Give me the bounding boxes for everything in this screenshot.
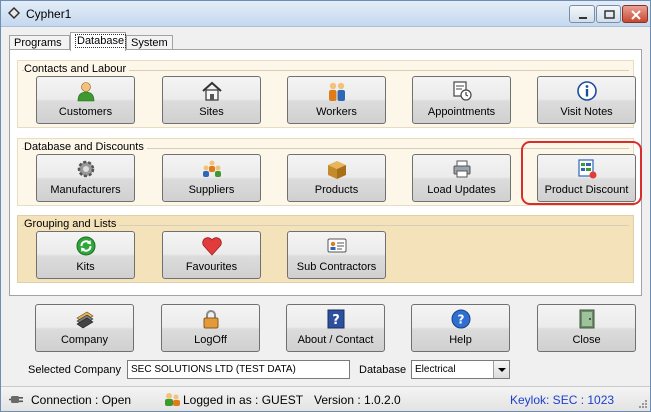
connection-plug-icon (9, 396, 23, 403)
sub-contractors-button[interactable]: Sub Contractors (287, 231, 386, 279)
products-label: Products (314, 184, 359, 196)
question-box-icon: ? (327, 309, 344, 329)
company-button[interactable]: Company (35, 304, 134, 352)
people-group-icon (202, 160, 221, 177)
load-updates-label: Load Updates (427, 184, 496, 196)
suppliers-button[interactable]: Suppliers (162, 154, 261, 202)
connection-status: Connection : Open (31, 393, 132, 407)
svg-text:?: ? (457, 313, 464, 327)
workers-label: Workers (316, 106, 357, 118)
workers-icon (328, 82, 345, 101)
help-label: Help (449, 334, 472, 346)
logoff-label: LogOff (194, 334, 227, 346)
close-button[interactable]: Close (537, 304, 636, 352)
tab-database[interactable]: Database (70, 32, 127, 51)
printer-icon (453, 160, 470, 178)
app-diamond-icon (8, 7, 20, 19)
contacts-group-title: Contacts and Labour (24, 63, 130, 75)
visit-notes-button[interactable]: Visit Notes (537, 76, 636, 124)
load-updates-button[interactable]: Load Updates (412, 154, 511, 202)
database-group-title: Database and Discounts (24, 141, 147, 153)
minimize-button[interactable] (569, 5, 595, 23)
appointments-button[interactable]: Appointments (412, 76, 511, 124)
books-icon (75, 311, 94, 329)
customers-button[interactable]: Customers (36, 76, 135, 124)
logoff-button[interactable]: LogOff (161, 304, 260, 352)
keylok-status: Keylok: SEC : 1023 (510, 393, 615, 407)
manufacturers-label: Manufacturers (50, 184, 121, 196)
product-discount-highlight (521, 141, 642, 205)
maximize-icon (604, 10, 615, 19)
logged-in-status: Logged in as : GUEST (183, 393, 304, 407)
resize-grip-icon[interactable] (638, 399, 648, 409)
close-icon (631, 10, 641, 20)
about-contact-button[interactable]: ? About / Contact (286, 304, 385, 352)
manufacturers-button[interactable]: Manufacturers (36, 154, 135, 202)
kits-label: Kits (76, 261, 95, 273)
exit-door-icon (579, 309, 594, 329)
calendar-clock-icon (452, 81, 472, 101)
main-window: Cypher1 Programs Database System Contact… (0, 0, 651, 412)
house-icon (201, 81, 222, 101)
tab-programs-label: Programs (14, 37, 62, 49)
user-icon (165, 393, 180, 406)
minimize-icon (579, 17, 587, 19)
status-bar: Connection : Open Logged in as : GUEST V… (1, 386, 650, 411)
padlock-icon (203, 310, 218, 329)
title-bar: Cypher1 (1, 1, 650, 27)
database-select-value: Electrical (415, 364, 456, 375)
person-icon (77, 82, 94, 102)
about-contact-label: About / Contact (297, 334, 374, 346)
maximize-button[interactable] (596, 5, 621, 23)
customers-label: Customers (58, 106, 113, 118)
database-label: Database (359, 364, 407, 376)
grouping-group: Grouping and Lists Kits Favourites Sub C… (17, 215, 634, 283)
help-circle-icon: ? (451, 309, 470, 329)
database-dropdown-button[interactable] (493, 361, 509, 378)
close-label: Close (572, 334, 601, 346)
sub-contractors-label: Sub Contractors (296, 261, 377, 273)
kits-button[interactable]: Kits (36, 231, 135, 279)
tab-programs[interactable]: Programs (9, 35, 70, 50)
sites-label: Sites (199, 106, 224, 118)
database-select[interactable]: Electrical (411, 360, 510, 379)
tab-system-label: System (131, 37, 168, 49)
selected-company-label: Selected Company (28, 364, 121, 376)
id-card-icon (327, 238, 346, 253)
products-button[interactable]: Products (287, 154, 386, 202)
chevron-down-icon (498, 368, 506, 372)
box-icon (327, 161, 346, 179)
sites-button[interactable]: Sites (162, 76, 261, 124)
visit-notes-label: Visit Notes (560, 106, 613, 118)
appointments-label: Appointments (427, 106, 496, 118)
gear-icon (77, 160, 94, 178)
help-button[interactable]: ? Help (411, 304, 510, 352)
svg-text:?: ? (332, 313, 340, 328)
window-title: Cypher1 (26, 7, 72, 21)
tab-database-label: Database (75, 34, 127, 48)
info-icon (576, 81, 597, 101)
contacts-group: Contacts and Labour Customers Sites Work… (17, 60, 636, 128)
heart-icon (201, 237, 222, 256)
tab-system[interactable]: System (126, 35, 173, 50)
favourites-button[interactable]: Favourites (162, 231, 261, 279)
favourites-label: Favourites (185, 261, 238, 273)
selected-company-field[interactable] (127, 360, 350, 379)
version-status: Version : 1.0.2.0 (314, 393, 401, 407)
company-label: Company (60, 334, 109, 346)
grouping-group-title: Grouping and Lists (24, 218, 120, 230)
refresh-icon (76, 236, 95, 256)
workers-button[interactable]: Workers (287, 76, 386, 124)
suppliers-label: Suppliers (188, 184, 235, 196)
close-window-button[interactable] (622, 5, 648, 23)
